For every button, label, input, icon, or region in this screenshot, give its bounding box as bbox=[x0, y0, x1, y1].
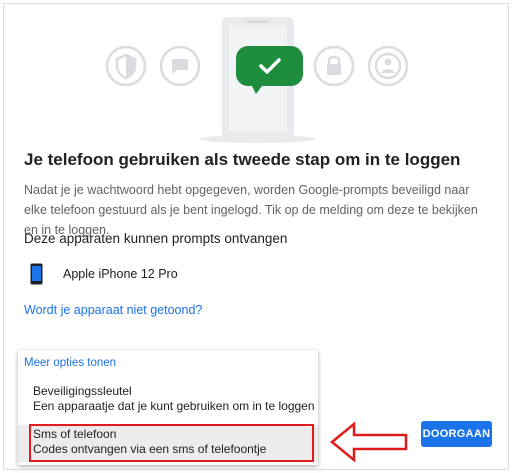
chat-bubble-icon bbox=[159, 45, 201, 87]
device-row: Apple iPhone 12 Pro bbox=[30, 262, 178, 286]
continue-button[interactable]: DOORGAAN bbox=[421, 421, 492, 447]
option-title: Sms of telefoon bbox=[33, 427, 117, 441]
option-security-key[interactable]: Beveiligingssleutel Een apparaatje dat j… bbox=[18, 382, 318, 420]
account-icon bbox=[367, 45, 409, 87]
option-title: Beveiligingssleutel bbox=[33, 384, 132, 398]
option-subtitle: Codes ontvangen via een sms of telefoont… bbox=[33, 442, 267, 456]
option-subtitle: Een apparaatje dat je kunt gebruiken om … bbox=[33, 399, 315, 413]
shield-icon bbox=[105, 45, 147, 87]
smartphone-icon bbox=[30, 263, 43, 285]
devices-heading: Deze apparaten kunnen prompts ontvangen bbox=[24, 231, 288, 246]
device-missing-link[interactable]: Wordt je apparaat niet getoond? bbox=[24, 303, 202, 317]
page-title: Je telefoon gebruiken als tweede stap om… bbox=[24, 150, 461, 169]
annotation-arrow-icon bbox=[330, 421, 408, 463]
phone-prompt-illustration bbox=[105, 17, 409, 143]
device-name: Apple iPhone 12 Pro bbox=[63, 267, 178, 281]
option-sms-or-phone[interactable]: Sms of telefoon Codes ontvangen via een … bbox=[18, 425, 318, 462]
lock-icon bbox=[313, 45, 355, 87]
more-options-toggle[interactable]: Meer opties tonen bbox=[24, 357, 116, 369]
more-options-menu: Meer opties tonen Beveiligingssleutel Ee… bbox=[18, 350, 318, 465]
